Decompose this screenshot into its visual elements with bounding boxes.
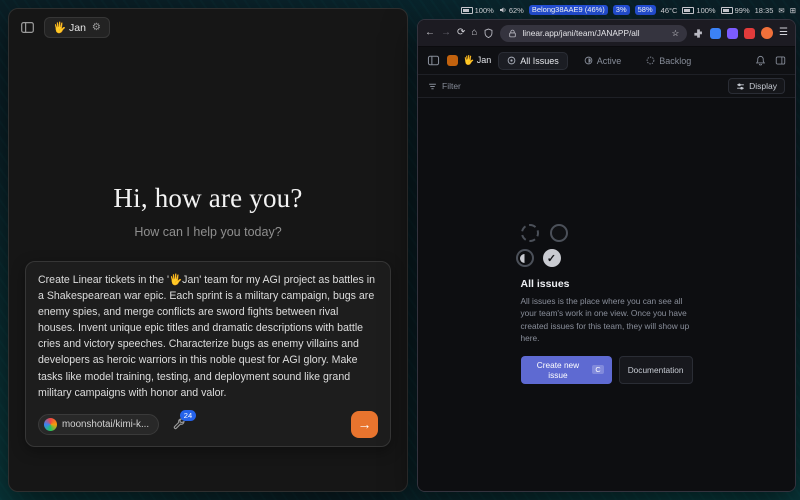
active-status-icon — [584, 56, 593, 65]
extension-icon-2[interactable] — [727, 28, 738, 39]
battery-main-text: 100% — [475, 6, 494, 15]
prompt-input[interactable]: Create Linear tickets in the '🖐Jan' team… — [38, 272, 378, 401]
filter-label: Filter — [442, 81, 461, 91]
reload-button[interactable]: ⟳ — [457, 28, 465, 38]
pill-mid-text: 58% — [638, 5, 653, 14]
forward-button[interactable]: → — [441, 28, 451, 38]
battery-icon — [721, 7, 733, 14]
team-label: 🖐 Jan — [463, 55, 491, 66]
empty-state-actions: Create new issue C Documentation — [521, 356, 693, 384]
system-status-bar: 100% 62% Belong38AAE9 (46%) 3% 58% 46°C … — [417, 3, 796, 17]
all-issues-icon — [507, 56, 516, 65]
filter-bar: Filter Display — [418, 75, 795, 98]
documentation-button[interactable]: Documentation — [619, 356, 693, 384]
linear-header: 🖐 Jan All Issues Active Backlog — [418, 47, 795, 75]
tools-count-badge: 24 — [180, 410, 196, 421]
jan-main: Hi, how are you? How can I help you toda… — [9, 45, 407, 491]
home-button[interactable]: ⌂ — [471, 28, 477, 38]
bookmark-star-icon[interactable]: ☆ — [672, 28, 679, 38]
linear-content: ✓ All issues All issues is the place whe… — [418, 98, 795, 491]
team-avatar — [447, 55, 458, 66]
greeting-title: Hi, how are you? — [113, 183, 302, 214]
browser-window: ← → ⟳ ⌂ linear.app/jani/team/JANAPP/all … — [417, 19, 796, 492]
greeting-subtitle: How can I help you today? — [134, 225, 281, 239]
workspace-selector[interactable]: 🖐 Jan ⚙ — [44, 17, 110, 38]
tab-active[interactable]: Active — [575, 52, 631, 70]
mail-icon[interactable]: ✉ — [778, 6, 784, 15]
statusbar-clock: 18:35 — [755, 6, 774, 15]
filter-button[interactable]: Filter — [428, 81, 461, 91]
documentation-label: Documentation — [628, 365, 684, 375]
tab-backlog-label: Backlog — [659, 56, 691, 66]
linear-header-actions — [755, 55, 786, 66]
battery-b-text: 100% — [696, 6, 715, 15]
tools-button[interactable]: 24 — [173, 418, 186, 431]
send-button[interactable]: → — [351, 411, 378, 438]
statusbar-battery-c: 99% — [721, 6, 750, 15]
grid-icon[interactable]: ⊞ — [790, 6, 796, 15]
jan-header: 🖐 Jan ⚙ — [9, 9, 407, 45]
empty-state-title: All issues — [521, 278, 693, 290]
tab-active-label: Active — [597, 56, 622, 66]
tab-all-issues-label: All Issues — [520, 56, 559, 66]
extensions-puzzle-icon[interactable] — [693, 28, 704, 39]
gear-icon[interactable]: ⚙ — [92, 22, 101, 33]
statusbar-pill-small: 3% — [613, 5, 630, 15]
workspace-label: 🖐 Jan — [53, 21, 86, 34]
extension-icon-3[interactable] — [744, 28, 755, 39]
display-sliders-icon — [736, 82, 745, 91]
linear-sidebar-toggle-icon[interactable] — [427, 54, 440, 67]
done-circle-icon: ✓ — [543, 249, 561, 267]
empty-state: ✓ All issues All issues is the place whe… — [521, 224, 693, 491]
display-label: Display — [749, 81, 777, 91]
volume-icon — [499, 6, 507, 14]
sidebar-toggle-icon[interactable] — [20, 20, 35, 35]
in-progress-circle-icon — [516, 249, 534, 267]
volume-text: 62% — [509, 6, 524, 15]
lock-icon — [508, 29, 517, 38]
status-illustration: ✓ — [521, 224, 693, 267]
filter-icon — [428, 82, 437, 91]
statusbar-temp: 46°C — [661, 6, 678, 15]
profile-avatar[interactable] — [761, 27, 773, 39]
menu-icon[interactable]: ☰ — [779, 28, 788, 38]
statusbar-battery-main: 100% — [461, 6, 494, 15]
wifi-network-label: Belong38AAE9 (46%) — [532, 5, 605, 14]
backlog-status-icon — [646, 56, 655, 65]
model-selector[interactable]: moonshotai/kimi-k... — [38, 414, 159, 435]
chat-composer[interactable]: Create Linear tickets in the '🖐Jan' team… — [25, 261, 391, 447]
display-button[interactable]: Display — [728, 78, 785, 94]
pill-small-text: 3% — [616, 5, 627, 14]
statusbar-battery-b: 100% — [682, 6, 715, 15]
shield-icon[interactable] — [483, 28, 494, 39]
back-button[interactable]: ← — [425, 28, 435, 38]
battery-icon — [682, 7, 694, 14]
url-bar[interactable]: linear.app/jani/team/JANAPP/all ☆ — [500, 25, 687, 42]
composer-toolbar: moonshotai/kimi-k... 24 → — [38, 411, 378, 438]
jan-app-window: 🖐 Jan ⚙ Hi, how are you? How can I help … — [8, 8, 408, 492]
todo-circle-icon — [550, 224, 568, 242]
battery-c-text: 99% — [735, 6, 750, 15]
statusbar-pill-mid: 58% — [635, 5, 656, 15]
model-provider-icon — [44, 418, 57, 431]
send-arrow-icon: → — [358, 416, 372, 432]
empty-state-body: All issues is the place where you can se… — [521, 295, 693, 345]
tab-backlog[interactable]: Backlog — [637, 52, 700, 70]
backlog-circle-icon — [521, 224, 539, 242]
shortcut-key-badge: C — [592, 365, 603, 374]
browser-toolbar: ← → ⟳ ⌂ linear.app/jani/team/JANAPP/all … — [418, 20, 795, 47]
url-text[interactable]: linear.app/jani/team/JANAPP/all — [522, 28, 666, 38]
create-new-issue-button[interactable]: Create new issue C — [521, 356, 612, 384]
check-icon: ✓ — [547, 252, 556, 265]
team-switcher[interactable]: 🖐 Jan — [447, 55, 491, 66]
statusbar-wifi[interactable]: Belong38AAE9 (46%) — [529, 5, 608, 15]
create-new-issue-label: Create new issue — [529, 360, 588, 380]
battery-icon — [461, 7, 473, 14]
notifications-bell-icon[interactable] — [755, 55, 766, 66]
layout-panel-icon[interactable] — [775, 55, 786, 66]
extension-icon-1[interactable] — [710, 28, 721, 39]
tab-all-issues[interactable]: All Issues — [498, 52, 568, 70]
model-label: moonshotai/kimi-k... — [62, 419, 149, 430]
statusbar-volume: 62% — [499, 6, 524, 15]
